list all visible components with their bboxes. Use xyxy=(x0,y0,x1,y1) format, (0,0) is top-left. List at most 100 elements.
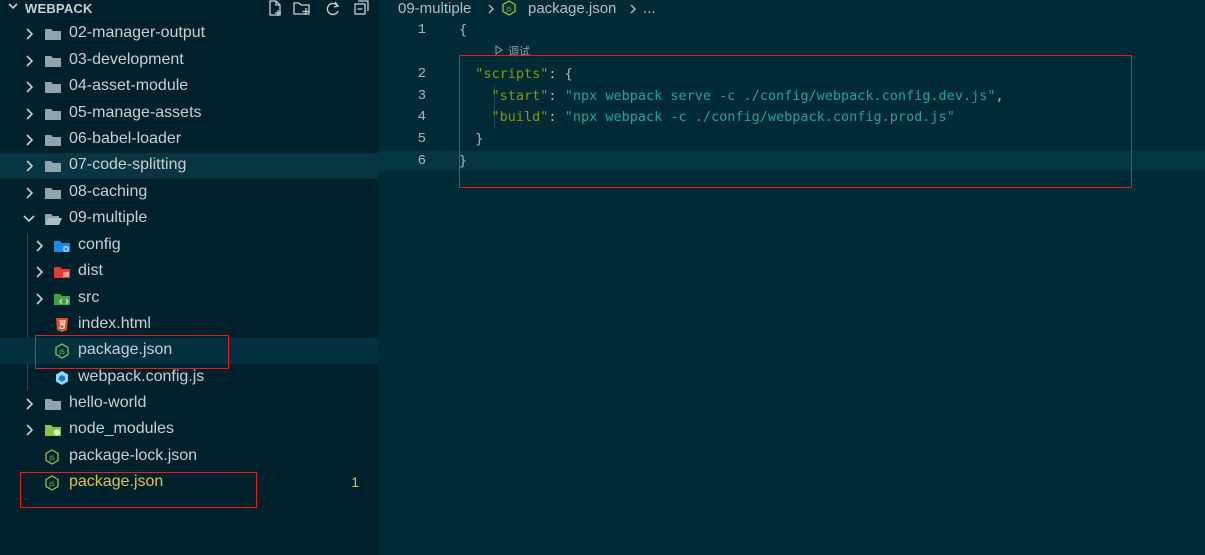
tree-folder-09-multiple[interactable]: 09-multiple xyxy=(0,206,378,232)
tree-file-package-json-selected[interactable]: JS package.json xyxy=(0,338,378,364)
tree-item-label: 05-manage-assets xyxy=(69,104,202,121)
new-folder-icon[interactable] xyxy=(293,0,311,17)
tree-item-label: webpack.config.js xyxy=(78,368,205,385)
folder-icon xyxy=(45,161,61,172)
tree-file-package-json-root[interactable]: JS package.json 1 xyxy=(0,470,378,496)
tree-item-label: config xyxy=(78,236,121,253)
punctuation: : { xyxy=(548,66,573,82)
tree-item-label: package-lock.json xyxy=(69,447,198,464)
chevron-down-icon xyxy=(23,215,35,223)
line-number: 2 xyxy=(417,66,426,82)
chevron-right-icon xyxy=(36,266,44,278)
nodejs-icon: JS xyxy=(55,343,69,359)
tree-item-label: 09-multiple xyxy=(69,209,148,226)
refresh-icon[interactable] xyxy=(324,0,342,17)
explorer-sidebar: WEBPACK 02-manager-output 03-development… xyxy=(0,0,378,555)
tree-item-label: 04-asset-module xyxy=(69,77,189,94)
tree-item-label: dist xyxy=(78,262,103,279)
tree-item-label: 02-manager-output xyxy=(69,24,206,41)
folder-open-icon xyxy=(45,214,62,225)
chevron-right-icon xyxy=(630,4,636,14)
folder-icon xyxy=(45,29,61,40)
json-key: "start" xyxy=(491,88,549,104)
tree-item-label: index.html xyxy=(78,315,151,332)
tree-item-label: 03-development xyxy=(69,51,184,68)
tree-item-label: 08-caching xyxy=(69,183,148,200)
html5-icon xyxy=(56,318,68,332)
chevron-right-icon xyxy=(26,160,34,172)
problem-count-badge: 1 xyxy=(351,474,359,490)
tree-file-webpack-config-js[interactable]: webpack.config.js xyxy=(0,365,378,391)
folder-icon xyxy=(45,188,61,199)
chevron-right-icon xyxy=(26,108,34,120)
chevron-right-icon xyxy=(36,293,44,305)
punctuation: : xyxy=(548,88,565,104)
tree-folder-06-babel-loader[interactable]: 06-babel-loader xyxy=(0,127,378,153)
punctuation: , xyxy=(995,88,1004,104)
folder-icon xyxy=(45,82,61,93)
breadcrumb-more[interactable]: ... xyxy=(643,0,656,17)
current-line-highlight xyxy=(378,151,1205,171)
chevron-right-icon xyxy=(26,28,34,40)
folder-icon xyxy=(45,56,61,67)
line-number: 6 xyxy=(417,153,426,169)
svg-text:JS: JS xyxy=(48,481,55,488)
chevron-right-icon xyxy=(26,424,34,436)
svg-text:JS: JS xyxy=(58,349,65,356)
code-line-1: { xyxy=(459,22,467,38)
brace: } xyxy=(459,153,468,169)
svg-text:JS: JS xyxy=(505,6,512,13)
collapse-all-icon[interactable] xyxy=(352,0,370,17)
tree-folder-07-code-splitting[interactable]: 07-code-splitting xyxy=(0,153,378,179)
tree-folder-hello-world[interactable]: hello-world xyxy=(0,391,378,417)
tree-folder-03-development[interactable]: 03-development xyxy=(0,48,378,74)
config-folder-icon xyxy=(54,241,70,253)
breadcrumb-file[interactable]: package.json xyxy=(528,0,616,17)
chevron-right-icon xyxy=(26,398,34,410)
code-line-3: "start": "npx webpack serve -c ./config/… xyxy=(459,88,1004,104)
code-line-4: "build": "npx webpack -c ./config/webpac… xyxy=(459,109,955,125)
tree-folder-02-manager-output[interactable]: 02-manager-output xyxy=(0,21,378,47)
tree-file-package-lock-json[interactable]: JS package-lock.json xyxy=(0,444,378,470)
json-key: "build" xyxy=(491,109,549,125)
svg-text:JS: JS xyxy=(48,455,55,462)
folder-icon xyxy=(45,135,61,146)
chevron-down-icon[interactable] xyxy=(6,0,20,13)
json-string: "npx webpack -c ./config/webpack.config.… xyxy=(564,109,955,125)
tree-folder-node-modules[interactable]: node_modules xyxy=(0,417,378,443)
tree-folder-08-caching[interactable]: 08-caching xyxy=(0,180,378,206)
json-string: "npx webpack serve -c ./config/webpack.c… xyxy=(564,88,996,104)
chevron-right-icon xyxy=(26,134,34,146)
nodejs-icon: JS xyxy=(45,475,59,491)
code-editor[interactable]: 09-multiple JS package.json ... 1 2 3 4 … xyxy=(378,0,1205,555)
tree-item-label: package.json xyxy=(69,473,164,490)
line-number: 3 xyxy=(417,88,426,104)
line-number: 5 xyxy=(417,131,426,147)
webpack-icon xyxy=(56,371,68,385)
folder-icon xyxy=(45,399,61,410)
tree-item-label: hello-world xyxy=(69,394,147,411)
nodejs-icon: JS xyxy=(45,449,59,465)
brace: } xyxy=(475,131,484,147)
chevron-right-icon xyxy=(26,55,34,67)
code-line-6: } xyxy=(459,153,467,169)
tree-folder-dist[interactable]: dist xyxy=(0,259,378,285)
tree-file-index-html[interactable]: index.html xyxy=(0,312,378,338)
tree-item-label: package.json xyxy=(78,341,173,358)
tree-folder-04-asset-module[interactable]: 04-asset-module xyxy=(0,74,378,100)
codelens-label: 调试 xyxy=(508,46,530,58)
line-number: 1 xyxy=(417,22,426,38)
breadcrumb-folder[interactable]: 09-multiple xyxy=(398,0,471,17)
tree-folder-src[interactable]: src xyxy=(0,286,378,312)
new-file-icon[interactable] xyxy=(266,0,284,17)
tree-folder-config[interactable]: config xyxy=(0,233,378,259)
chevron-right-icon xyxy=(26,187,34,199)
explorer-header[interactable]: WEBPACK xyxy=(0,0,378,17)
dist-folder-icon xyxy=(54,267,70,278)
tree-item-label: node_modules xyxy=(69,420,174,437)
tree-item-label: src xyxy=(78,289,100,306)
code-line-5: } xyxy=(459,131,483,147)
code-line-2: "scripts": { xyxy=(459,66,573,82)
chevron-right-icon xyxy=(36,240,44,252)
tree-folder-05-manage-assets[interactable]: 05-manage-assets xyxy=(0,101,378,127)
